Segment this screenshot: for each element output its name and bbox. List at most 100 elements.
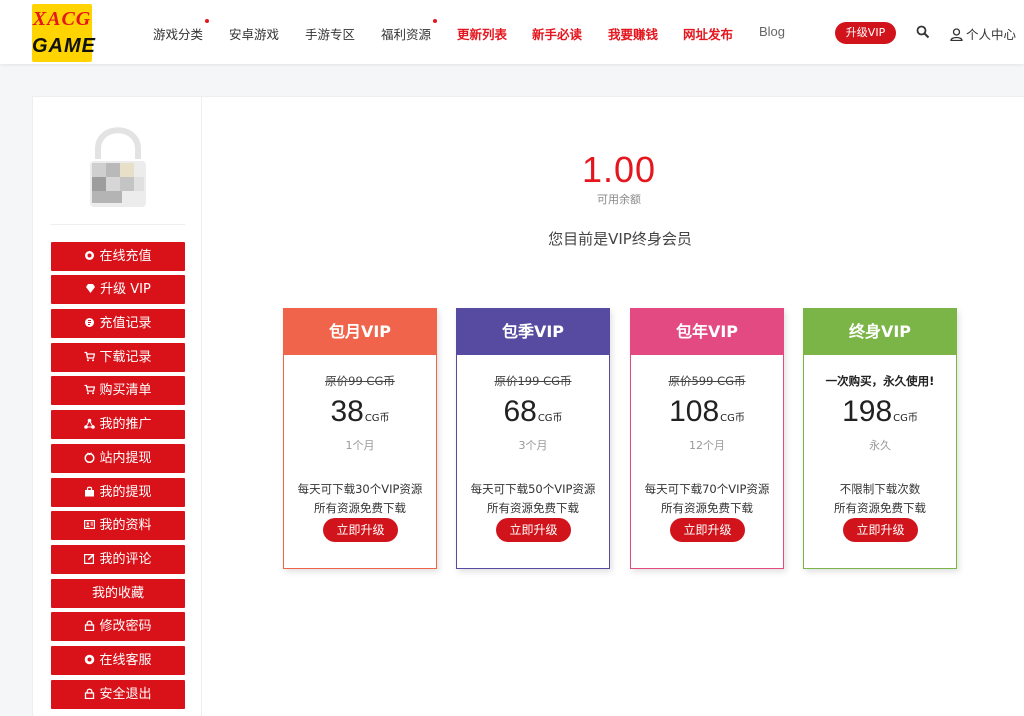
plan-price-number: 108 — [669, 395, 720, 428]
upgrade-now-button[interactable]: 立即升级 — [323, 518, 398, 542]
menu-label: 站内提现 — [99, 451, 152, 466]
nav-url-release[interactable]: 网址发布 — [683, 24, 733, 43]
user-icon — [950, 28, 963, 41]
menu-site-withdraw[interactable]: 站内提现 — [51, 444, 185, 473]
plan-price-unit: CG币 — [364, 413, 390, 424]
balance-amount: 1.00 — [581, 149, 657, 190]
menu-label: 充值记录 — [99, 316, 152, 331]
menu-label: 我的收藏 — [91, 586, 144, 601]
nav-mobile-zone[interactable]: 手游专区 — [305, 24, 355, 43]
plan-feature: 所有资源免费下载 — [487, 501, 579, 515]
menu-label: 升级 VIP — [100, 282, 151, 297]
plan-price-unit: CG币 — [537, 413, 563, 424]
logo-line2: GAME — [32, 35, 96, 57]
menu-my-favorites[interactable]: 我的收藏 — [51, 579, 185, 608]
plan-feature: 所有资源免费下载 — [661, 501, 753, 515]
withdraw-icon — [84, 452, 96, 463]
upgrade-vip-button[interactable]: 升级VIP — [835, 22, 896, 44]
plan-title: 包月VIP — [284, 309, 436, 355]
nav-label: 福利资源 — [381, 27, 432, 42]
plan-price-number: 198 — [842, 395, 893, 428]
nav-android-games[interactable]: 安卓游戏 — [229, 24, 279, 43]
profile-card-icon — [84, 520, 96, 530]
lock-icon — [85, 620, 95, 631]
menu-change-password[interactable]: 修改密码 — [51, 612, 185, 641]
sidebar-divider — [51, 224, 185, 225]
menu-label: 购买清单 — [99, 383, 152, 398]
plan-price-number: 68 — [503, 395, 537, 428]
menu-label: 安全退出 — [99, 687, 152, 702]
nav-update-list[interactable]: 更新列表 — [457, 24, 507, 43]
dropdown-dot-icon — [433, 19, 438, 23]
menu-label: 我的提现 — [99, 485, 152, 500]
menu-label: 在线充值 — [99, 249, 152, 264]
menu-label: 我的评论 — [99, 552, 152, 567]
upgrade-now-button[interactable]: 立即升级 — [496, 518, 571, 542]
cart-icon — [84, 351, 96, 362]
plan-price: 108CG币 — [631, 395, 783, 429]
nav-beginner-guide[interactable]: 新手必读 — [532, 24, 582, 43]
plan-card-monthly: 包月VIP 原价99 CG币 38CG币 1个月 每天可下载30个VIP资源 所… — [283, 308, 437, 569]
upgrade-now-button[interactable]: 立即升级 — [843, 518, 918, 542]
diamond-icon — [86, 284, 96, 293]
plan-period: 3个月 — [518, 439, 548, 452]
menu-my-comments[interactable]: 我的评论 — [51, 545, 185, 574]
user-center-link[interactable]: 个人中心 — [950, 24, 1016, 43]
dropdown-dot-icon — [205, 19, 210, 23]
coin-icon — [85, 251, 95, 260]
share-icon — [84, 418, 96, 429]
nav-welfare-resources[interactable]: 福利资源 — [381, 19, 438, 43]
menu-my-promotion[interactable]: 我的推广 — [51, 410, 185, 439]
plan-period: 12个月 — [689, 439, 725, 452]
plan-card-lifetime: 终身VIP 一次购买，永久使用! 198CG币 永久 不限制下载次数 所有资源免… — [803, 308, 957, 569]
plan-original-price: 原价599 CG币 — [668, 374, 746, 388]
menu-label: 我的资料 — [99, 518, 152, 533]
plan-feature: 不限制下载次数 — [839, 482, 921, 496]
nav-game-categories[interactable]: 游戏分类 — [153, 19, 210, 43]
menu-purchase-list[interactable]: 购买清单 — [51, 376, 185, 405]
menu-upgrade-vip[interactable]: 升级 VIP — [51, 275, 185, 304]
plan-tagline: 一次购买，永久使用! — [825, 374, 935, 388]
plan-title: 包年VIP — [631, 309, 783, 355]
plan-price: 38CG币 — [284, 395, 436, 429]
plan-feature: 每天可下载30个VIP资源 — [297, 482, 423, 496]
plan-title: 包季VIP — [457, 309, 609, 355]
menu-label: 我的推广 — [99, 417, 152, 432]
plan-price: 198CG币 — [804, 395, 956, 429]
menu-recharge-records[interactable]: 充值记录 — [51, 309, 185, 338]
plan-price: 68CG币 — [457, 395, 609, 429]
edit-icon — [84, 553, 95, 564]
plan-feature: 每天可下载50个VIP资源 — [470, 482, 596, 496]
plan-price-unit: CG币 — [893, 413, 918, 424]
menu-label: 修改密码 — [99, 619, 152, 634]
menu-label: 下载记录 — [99, 350, 152, 365]
plan-period: 永久 — [869, 439, 891, 452]
user-sidebar: 在线充值 升级 VIP 充值记录 下载记录 购买清单 我的推广 站内提现 我的提… — [33, 97, 202, 716]
plan-card-yearly: 包年VIP 原价599 CG币 108CG币 12个月 每天可下载70个VIP资… — [630, 308, 784, 569]
record-icon — [85, 318, 95, 327]
menu-label: 在线客服 — [99, 653, 152, 668]
search-icon[interactable] — [916, 25, 930, 39]
upgrade-now-button[interactable]: 立即升级 — [670, 518, 745, 542]
menu-my-withdrawals[interactable]: 我的提现 — [51, 478, 185, 507]
support-icon — [85, 654, 95, 665]
cart-icon — [84, 384, 96, 395]
menu-online-recharge[interactable]: 在线充值 — [51, 242, 185, 271]
nav-label: 游戏分类 — [153, 27, 204, 42]
plan-period: 1个月 — [345, 439, 375, 452]
lock-icon — [85, 688, 95, 699]
menu-download-records[interactable]: 下载记录 — [51, 343, 185, 372]
menu-my-profile[interactable]: 我的资料 — [51, 511, 185, 540]
avatar — [90, 127, 146, 207]
site-logo[interactable]: XACG GAME — [32, 4, 96, 62]
nav-earn-money[interactable]: 我要赚钱 — [608, 24, 658, 43]
plan-title: 终身VIP — [804, 309, 956, 355]
user-center-label: 个人中心 — [966, 27, 1017, 42]
nav-blog[interactable]: Blog — [759, 24, 785, 39]
plan-original-price: 原价199 CG币 — [494, 374, 572, 388]
bag-icon — [85, 486, 95, 497]
plan-card-quarterly: 包季VIP 原价199 CG币 68CG币 3个月 每天可下载50个VIP资源 … — [456, 308, 610, 569]
plan-original-price: 原价99 CG币 — [325, 374, 395, 388]
menu-logout[interactable]: 安全退出 — [51, 680, 185, 709]
menu-online-support[interactable]: 在线客服 — [51, 646, 185, 675]
